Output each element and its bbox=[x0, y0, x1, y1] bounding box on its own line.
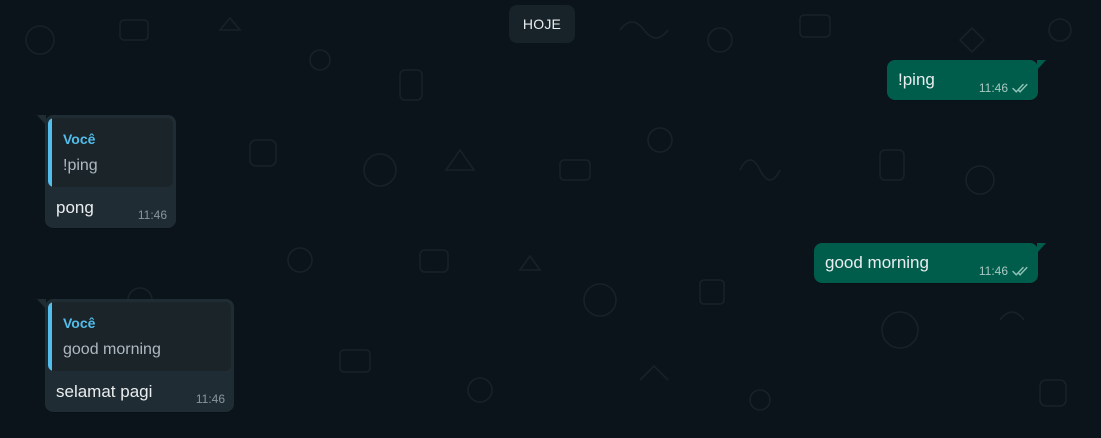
quoted-message[interactable]: Você good morning bbox=[48, 302, 231, 371]
message-text: good morning bbox=[825, 253, 929, 272]
bubble-tail bbox=[37, 115, 46, 125]
outgoing-message[interactable]: good morning 11:46 bbox=[814, 243, 1046, 283]
bubble-tail bbox=[1037, 60, 1046, 70]
message-meta: 11:46 bbox=[979, 264, 1029, 278]
quote-accent-bar bbox=[48, 302, 52, 371]
message-time: 11:46 bbox=[978, 81, 1008, 95]
message-time: 11:46 bbox=[137, 208, 167, 222]
incoming-message[interactable]: Você good morning selamat pagi 11:46 bbox=[37, 299, 234, 412]
message-text: selamat pagi bbox=[56, 382, 153, 401]
quote-author: Você bbox=[63, 315, 96, 331]
date-divider: HOJE bbox=[509, 5, 575, 43]
message-meta: 11:46 bbox=[196, 392, 225, 406]
quoted-message[interactable]: Você !ping bbox=[48, 118, 173, 187]
message-text: pong bbox=[56, 198, 94, 217]
outgoing-message[interactable]: !ping 11:46 bbox=[887, 60, 1046, 100]
bubble-tail bbox=[37, 299, 46, 309]
incoming-message[interactable]: Você !ping pong 11:46 bbox=[37, 115, 176, 228]
double-check-icon bbox=[1012, 266, 1028, 276]
message-text: !ping bbox=[898, 70, 935, 89]
quote-text: !ping bbox=[63, 157, 98, 174]
message-meta: 11:46 bbox=[138, 208, 167, 222]
double-check-icon bbox=[1012, 83, 1028, 93]
message-time: 11:46 bbox=[195, 392, 225, 406]
bubble-tail bbox=[1037, 243, 1046, 253]
quote-text: good morning bbox=[63, 341, 161, 358]
quote-author: Você bbox=[63, 131, 96, 147]
quote-accent-bar bbox=[48, 118, 52, 187]
message-time: 11:46 bbox=[978, 264, 1008, 278]
message-meta: 11:46 bbox=[979, 81, 1029, 95]
